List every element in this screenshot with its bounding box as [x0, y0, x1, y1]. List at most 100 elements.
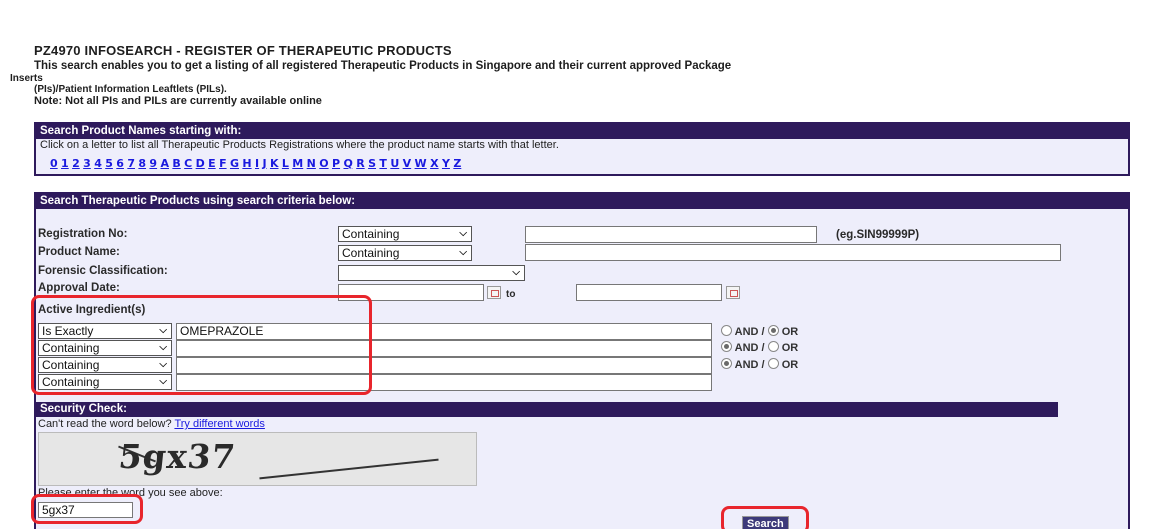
chevron-down-icon: ⌵ [459, 228, 467, 239]
letter-search-heading: Search Product Names starting with: [36, 124, 1128, 139]
ingredient-1-input[interactable]: OMEPRAZOLE [176, 323, 712, 340]
letter-link-p[interactable]: P [332, 157, 340, 170]
letter-link-2[interactable]: 2 [72, 157, 80, 170]
captcha-word: 5gx37 [116, 437, 238, 476]
ingredient-4-input[interactable] [176, 374, 712, 391]
letter-link-x[interactable]: X [430, 157, 438, 170]
ingredient-3-operator-select[interactable]: Containing ⌵ [38, 357, 172, 373]
letter-link-t[interactable]: T [379, 157, 387, 170]
letter-link-u[interactable]: U [390, 157, 399, 170]
try-different-words-link[interactable]: Try different words [174, 418, 264, 430]
approval-date-label: Approval Date: [38, 282, 120, 294]
letter-link-l[interactable]: L [282, 157, 289, 170]
or-radio[interactable] [767, 341, 779, 352]
intro-line-3: (PIs)/Patient Information Leaftlets (PIL… [34, 84, 227, 95]
letter-link-r[interactable]: R [356, 157, 364, 170]
intro-line-1: This search enables you to get a listing… [34, 60, 732, 72]
registration-no-input[interactable] [525, 226, 817, 243]
letter-link-6[interactable]: 6 [116, 157, 124, 170]
chevron-down-icon: ⌵ [159, 359, 167, 370]
or-label: OR [781, 342, 799, 354]
ingredient-3-logic: AND / OR [721, 358, 798, 371]
chevron-down-icon: ⌵ [159, 342, 167, 353]
letter-link-3[interactable]: 3 [83, 157, 91, 170]
and-radio[interactable] [721, 358, 732, 369]
letter-link-8[interactable]: 8 [138, 157, 146, 170]
page-title: PZ4970 INFOSEARCH - REGISTER OF THERAPEU… [34, 43, 452, 58]
letter-link-w[interactable]: W [415, 157, 427, 170]
letter-link-m[interactable]: M [292, 157, 303, 170]
calendar-icon[interactable] [726, 286, 740, 299]
letter-link-c[interactable]: C [184, 157, 192, 170]
letter-link-z[interactable]: Z [453, 157, 461, 170]
intro-line-2: Inserts [10, 73, 43, 84]
ingredient-4-operator-select[interactable]: Containing ⌵ [38, 374, 172, 390]
registration-no-hint: (eg.SIN99999P) [836, 229, 920, 241]
letter-link-7[interactable]: 7 [127, 157, 135, 170]
approval-date-to-label: to [506, 289, 516, 300]
intro-text: This search enables you to get a listing… [10, 60, 1129, 108]
letter-link-k[interactable]: K [270, 157, 279, 170]
letter-link-s[interactable]: S [368, 157, 376, 170]
calendar-icon[interactable] [487, 286, 501, 299]
letter-link-n[interactable]: N [307, 157, 316, 170]
letter-link-j[interactable]: J [262, 157, 266, 170]
and-radio[interactable] [721, 341, 732, 352]
intro-line-4: Note: Not all PIs and PILs are currently… [34, 95, 322, 107]
ingredient-3-input[interactable] [176, 357, 712, 374]
letter-link-h[interactable]: H [242, 157, 251, 170]
captcha-input[interactable]: 5gx37 [38, 502, 133, 518]
and-label: AND / [734, 359, 765, 371]
letter-link-v[interactable]: V [403, 157, 412, 170]
letter-link-i[interactable]: I [255, 157, 259, 170]
chevron-down-icon: ⌵ [459, 247, 467, 258]
ingredient-2-input[interactable] [176, 340, 712, 357]
cant-read-text: Can't read the word below? [38, 418, 172, 430]
letter-link-9[interactable]: 9 [149, 157, 157, 170]
letter-link-g[interactable]: G [230, 157, 239, 170]
letter-search-panel: Search Product Names starting with: Clic… [34, 122, 1130, 176]
ingredient-1-operator-value: Is Exactly [42, 324, 94, 338]
criteria-search-panel: Search Therapeutic Products using search… [34, 192, 1130, 529]
product-name-operator-value: Containing [342, 246, 400, 260]
letter-link-4[interactable]: 4 [94, 157, 102, 170]
active-ingredients-label: Active Ingredient(s) [38, 304, 146, 316]
forensic-classification-select[interactable]: ⌵ [338, 265, 525, 281]
or-radio[interactable] [767, 358, 779, 369]
letter-link-5[interactable]: 5 [105, 157, 113, 170]
registration-no-operator-select[interactable]: Containing ⌵ [338, 226, 472, 242]
letter-link-f[interactable]: F [219, 157, 227, 170]
or-label: OR [781, 359, 799, 371]
and-radio[interactable] [721, 325, 732, 336]
letter-link-0[interactable]: 0 [50, 157, 58, 170]
approval-date-to-input[interactable] [576, 284, 722, 301]
letter-link-y[interactable]: Y [442, 157, 450, 170]
product-name-label: Product Name: [38, 246, 120, 258]
search-button[interactable]: Search [742, 516, 789, 529]
chevron-down-icon: ⌵ [159, 376, 167, 387]
letter-link-d[interactable]: D [196, 157, 205, 170]
ingredient-1-operator-select[interactable]: Is Exactly ⌵ [38, 323, 172, 339]
criteria-search-heading: Search Therapeutic Products using search… [36, 194, 1128, 209]
letter-link-a[interactable]: A [160, 157, 169, 170]
forensic-classification-label: Forensic Classification: [38, 265, 168, 277]
letter-link-q[interactable]: Q [343, 157, 352, 170]
or-label: OR [781, 326, 799, 338]
or-radio[interactable] [767, 325, 779, 336]
product-name-input[interactable] [525, 244, 1061, 261]
letter-link-e[interactable]: E [208, 157, 216, 170]
approval-date-from-input[interactable] [338, 284, 484, 301]
captcha-image: 5gx37 [38, 432, 477, 486]
chevron-down-icon: ⌵ [512, 267, 520, 278]
letter-link-b[interactable]: B [172, 157, 180, 170]
letter-links: 0123456789ABCDEFGHIJKLMNOPQRSTUVWXYZ [36, 154, 1128, 172]
ingredient-2-operator-select[interactable]: Containing ⌵ [38, 340, 172, 356]
letter-link-1[interactable]: 1 [61, 157, 69, 170]
product-name-operator-select[interactable]: Containing ⌵ [338, 245, 472, 261]
captcha-help: Can't read the word below? Try different… [38, 418, 265, 430]
ingredient-3-operator-value: Containing [42, 358, 100, 372]
letter-link-o[interactable]: O [319, 157, 328, 170]
security-check-heading: Security Check: [36, 402, 1058, 417]
letter-search-help: Click on a letter to list all Therapeuti… [40, 139, 559, 151]
registration-no-label: Registration No: [38, 228, 128, 240]
